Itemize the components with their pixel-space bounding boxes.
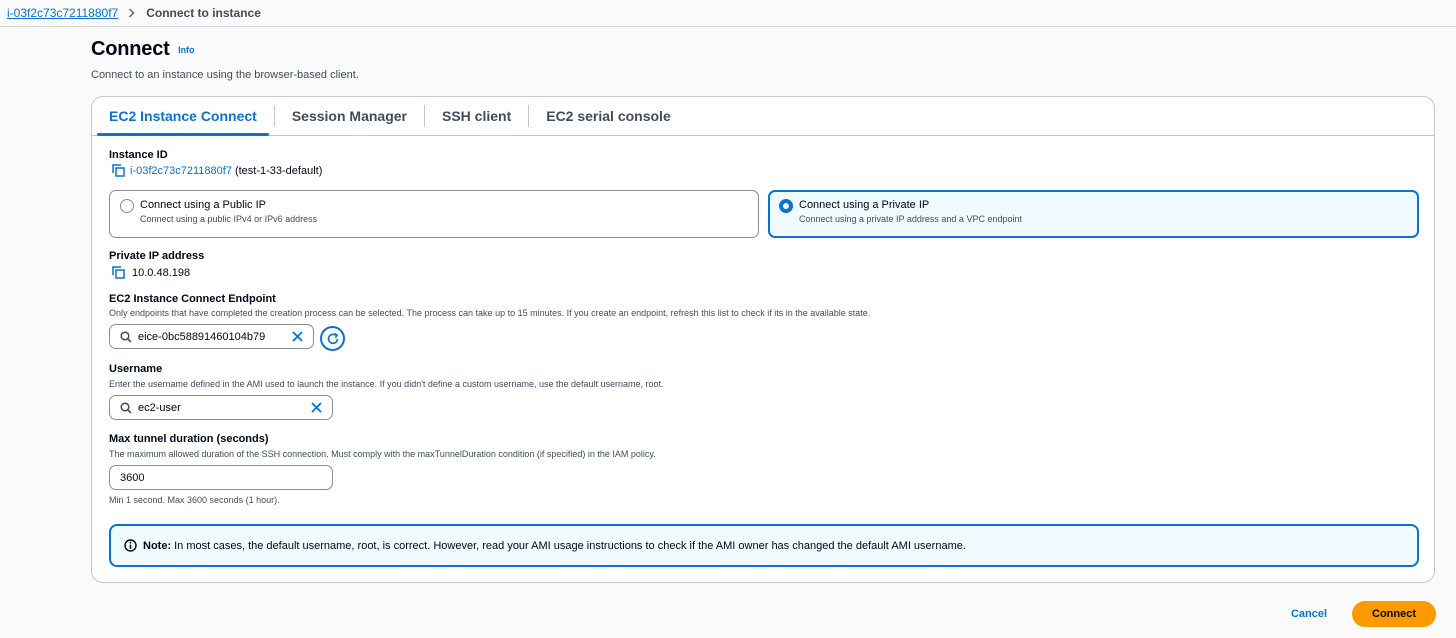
private-ip-desc: Connect using a private IP address and a… [799, 214, 1022, 224]
radio-unchecked-icon [120, 199, 134, 213]
endpoint-label: EC2 Instance Connect Endpoint [109, 293, 276, 305]
note-text: In most cases, the default username, roo… [174, 539, 966, 552]
endpoint-value: eice-0bc58891460104b79 [138, 330, 266, 343]
chevron-right-icon [128, 8, 135, 18]
private-ip-value: 10.0.48.198 [132, 266, 191, 279]
instance-id-link[interactable]: i-03f2c73c7211880f7 [130, 165, 232, 177]
search-icon [120, 330, 132, 343]
note-prefix: Note: [143, 539, 172, 552]
public-ip-desc: Connect using a public IPv4 or IPv6 addr… [140, 214, 318, 224]
tab-divider [423, 105, 425, 127]
cancel-button[interactable]: Cancel [1283, 601, 1335, 627]
tunnel-constraint: Min 1 second. Max 3600 seconds (1 hour). [109, 495, 280, 505]
tab-ssh-client[interactable]: SSH client [430, 97, 523, 135]
page-header: Connect Info Connect to an instance usin… [91, 38, 359, 81]
username-input[interactable]: ec2-user [109, 395, 333, 420]
tunnel-value: 3600 [120, 471, 145, 484]
username-label: Username [109, 363, 163, 375]
tab-ec2-serial-console[interactable]: EC2 serial console [534, 97, 683, 135]
tab-session-manager[interactable]: Session Manager [280, 97, 419, 135]
connect-button[interactable]: Connect [1352, 601, 1436, 627]
instance-name: (test-1-33-default) [234, 164, 323, 177]
copy-icon[interactable] [112, 266, 125, 279]
clear-icon[interactable] [310, 401, 323, 414]
instance-id-row: i-03f2c73c7211880f7 (test-1-33-default) [112, 164, 322, 177]
instance-id-label: Instance ID [109, 149, 168, 161]
connect-panel: EC2 Instance Connect Session Manager SSH… [91, 96, 1435, 583]
tab-divider [528, 105, 530, 127]
private-ip-title: Connect using a Private IP [799, 199, 930, 211]
breadcrumb: i-03f2c73c7211880f7 Connect to instance [0, 0, 1456, 27]
tunnel-duration-input[interactable]: 3600 [109, 465, 333, 490]
breadcrumb-current: Connect to instance [146, 6, 261, 20]
note-alert: Note: In most cases, the default usernam… [109, 524, 1419, 567]
endpoint-help: Only endpoints that have completed the c… [109, 308, 871, 318]
private-ip-option[interactable]: Connect using a Private IP Connect using… [768, 190, 1419, 238]
info-icon [124, 539, 137, 552]
clear-icon[interactable] [291, 330, 304, 343]
private-ip-row: 10.0.48.198 [112, 266, 190, 279]
username-value: ec2-user [138, 401, 181, 414]
copy-icon[interactable] [112, 164, 125, 177]
info-link[interactable]: Info [178, 45, 195, 55]
public-ip-title: Connect using a Public IP [140, 199, 266, 211]
tab-divider [273, 105, 275, 127]
username-help: Enter the username defined in the AMI us… [109, 379, 664, 389]
private-ip-label: Private IP address [109, 250, 205, 262]
breadcrumb-instance-link[interactable]: i-03f2c73c7211880f7 [7, 6, 118, 20]
refresh-button[interactable] [320, 326, 345, 351]
refresh-icon [326, 332, 340, 346]
search-icon [120, 401, 132, 414]
tab-bar: EC2 Instance Connect Session Manager SSH… [92, 97, 1434, 136]
tunnel-help: The maximum allowed duration of the SSH … [109, 449, 656, 459]
tab-ec2-instance-connect[interactable]: EC2 Instance Connect [97, 97, 269, 136]
radio-checked-icon [779, 199, 793, 213]
endpoint-select[interactable]: eice-0bc58891460104b79 [109, 324, 314, 349]
page-title: Connect [91, 38, 170, 60]
public-ip-option[interactable]: Connect using a Public IP Connect using … [109, 190, 759, 238]
page-description: Connect to an instance using the browser… [91, 69, 359, 81]
tunnel-label: Max tunnel duration (seconds) [109, 433, 269, 445]
